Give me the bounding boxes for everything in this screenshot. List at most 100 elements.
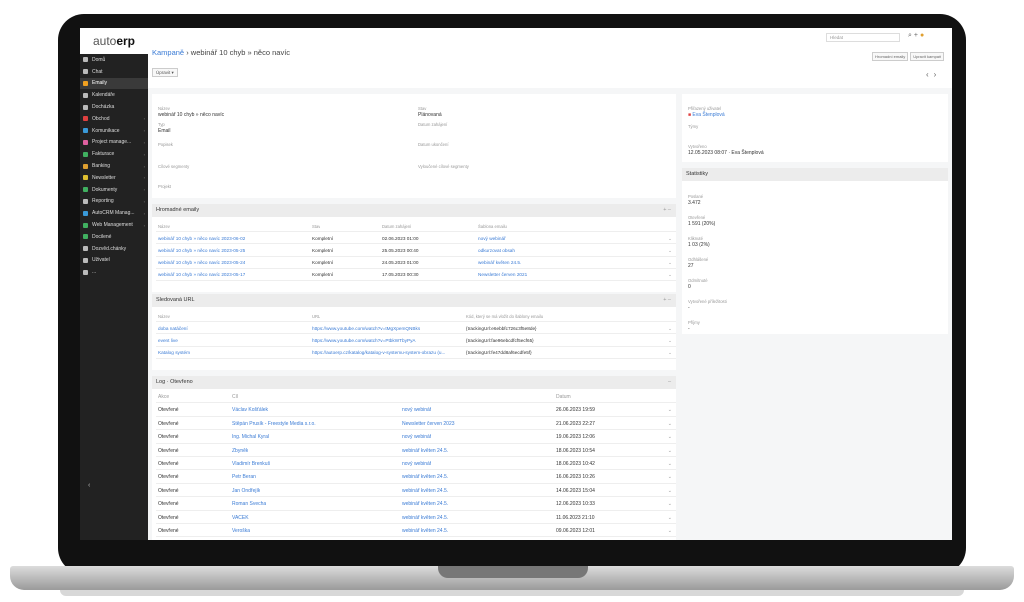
row-menu-icon[interactable]: ⌄	[668, 350, 672, 356]
table-cell[interactable]: Newsletter červen 2023	[402, 421, 455, 427]
sidebar-item[interactable]: Emaily	[80, 77, 148, 90]
table-cell[interactable]: Vladimír Brenkuš	[232, 461, 270, 467]
table-cell[interactable]: Štěpán Prusík - Freestyle Media s.r.o.	[232, 421, 316, 427]
app-logo[interactable]: auto erp	[80, 28, 148, 54]
sidebar-item[interactable]: ...	[80, 266, 148, 278]
table-cell[interactable]: odkurzovat obsah	[478, 248, 515, 253]
table-cell[interactable]: webinář květen 24.5.	[402, 501, 448, 507]
sidebar-item[interactable]: Dokumenty ›	[80, 184, 148, 196]
table-cell[interactable]: Jan Ondřejík	[232, 488, 260, 494]
sidebar-item-label: Docházka	[92, 104, 115, 111]
table-cell[interactable]: webinář 10 chyb » něco navíc 2023-05-24	[158, 260, 245, 265]
sidebar-item[interactable]: Chat	[80, 66, 148, 78]
stat-label: Otevřené	[688, 215, 706, 220]
table-cell[interactable]: https://autoerp.cz/katalog/katalog-v-sys…	[312, 350, 445, 355]
column-header: Název	[158, 313, 170, 319]
mass-email-button[interactable]: Hromadní emaily	[872, 52, 909, 61]
description-label: Popisek	[158, 142, 173, 147]
table-cell[interactable]: webinář 10 chyb » něco navíc 2023-06-02	[158, 236, 245, 241]
newsletter-icon	[83, 175, 88, 181]
table-cell[interactable]: webinář květen 24.5.	[478, 260, 521, 265]
edit-campaign-button[interactable]: Upravit kampaň	[910, 52, 945, 61]
row-menu-icon[interactable]: ⌄	[668, 272, 672, 278]
row-menu-icon[interactable]: ⌄	[668, 528, 672, 534]
sidebar-item[interactable]: Kalendáře	[80, 89, 148, 101]
table-cell[interactable]: Newsletter červen 2021	[478, 272, 527, 277]
row-menu-icon[interactable]: ⌄	[668, 326, 672, 332]
sidebar-item[interactable]: Docilené	[80, 231, 148, 243]
table-cell[interactable]: Václav Košťálek	[232, 407, 268, 413]
table-cell[interactable]: Zbyněk	[232, 448, 248, 454]
stat-value: -	[688, 305, 690, 311]
table-cell[interactable]: nový webinář	[402, 461, 431, 467]
type-label: Typ	[158, 122, 165, 127]
table-cell[interactable]: Roman Švecha	[232, 501, 266, 507]
table-cell[interactable]: webinář květen 24.5.	[402, 515, 448, 521]
table-cell[interactable]: Petr Beran	[232, 474, 256, 480]
table-cell[interactable]: webinář květen 24.5.	[402, 528, 448, 534]
table-cell[interactable]: https://www.youtube.com/watch?v=tMgXpemQ…	[312, 326, 420, 331]
table-cell[interactable]: webinář květen 24.5.	[402, 488, 448, 494]
table-cell[interactable]: Ing. Michal Kyral	[232, 434, 269, 440]
table-cell[interactable]: VACEK	[232, 515, 249, 521]
sidebar-item[interactable]: Docházka	[80, 101, 148, 113]
sidebar-item[interactable]: Reporting ›	[80, 196, 148, 208]
sidebar-item[interactable]: Uživatel	[80, 255, 148, 267]
row-menu-icon[interactable]: ⌄	[668, 474, 672, 480]
row-menu-icon[interactable]: ⌄	[668, 236, 672, 242]
sidebar-item-label: Kalendáře	[92, 92, 115, 99]
table-cell[interactable]: webinář 10 chyb » něco navíc 2023-05-17	[158, 272, 245, 277]
panel-tools-icon[interactable]: + –	[663, 294, 671, 307]
status-value: Plánovaná	[418, 112, 442, 118]
table-cell[interactable]: Veroška	[232, 528, 250, 534]
table-cell[interactable]: doba natáčení	[158, 326, 188, 331]
sidebar-item[interactable]: Komunikace ›	[80, 125, 148, 137]
table-row: Otevřené Veroška webinář květen 24.5. 09.06…	[156, 524, 676, 538]
sidebar-item[interactable]: Project manage... ›	[80, 137, 148, 149]
notification-icon[interactable]: ●	[920, 32, 926, 39]
sidebar-item[interactable]: Newsletter ›	[80, 172, 148, 184]
sidebar-item[interactable]: Dozvěd.chánky	[80, 243, 148, 255]
breadcrumb-campaigns[interactable]: Kampaně	[152, 48, 184, 57]
table-cell[interactable]: webinář 10 chyb » něco navíc 2023-05-25	[158, 248, 245, 253]
table-header-row: Název Stav Datum zahájení Šablona emailu	[156, 220, 676, 233]
laptop-shadow	[60, 590, 964, 596]
table-cell[interactable]: webinář květen 24.5.	[402, 474, 448, 480]
sidebar-item[interactable]: AutoCRM Manag... ›	[80, 207, 148, 219]
table-row: Otevřené Ing. Michal Kyral nový webinář 19.…	[156, 430, 676, 444]
panel-tools-icon[interactable]: –	[668, 376, 671, 389]
row-menu-icon[interactable]: ⌄	[668, 501, 672, 507]
table-cell[interactable]: nový webinář	[478, 236, 506, 241]
table-cell[interactable]: Katalog systém	[158, 350, 190, 355]
sidebar-item[interactable]: Domů	[80, 54, 148, 66]
table-cell[interactable]: nový webinář	[402, 434, 431, 440]
row-menu-icon[interactable]: ⌄	[668, 338, 672, 344]
row-menu-icon[interactable]: ⌄	[668, 488, 672, 494]
row-menu-icon[interactable]: ⌄	[668, 407, 672, 413]
sidebar-item[interactable]: Fakturace ›	[80, 148, 148, 160]
row-menu-icon[interactable]: ⌄	[668, 248, 672, 254]
panel-tools-icon[interactable]: + –	[663, 204, 671, 217]
edit-button[interactable]: Úpravit ▾	[152, 68, 178, 77]
row-menu-icon[interactable]: ⌄	[668, 448, 672, 454]
sidebar-item[interactable]: Obchod ›	[80, 113, 148, 125]
tracked-urls-title: Sledovaná URL	[156, 297, 195, 303]
sidebar-item[interactable]: Web Management ›	[80, 219, 148, 231]
assigned-user-link[interactable]: ■ Eva Štenplová	[688, 112, 725, 118]
search-input[interactable]: Hledat	[826, 33, 900, 42]
column-header: Cíl	[232, 394, 239, 400]
row-menu-icon[interactable]: ⌄	[668, 421, 672, 427]
sidebar-item[interactable]: Banking ›	[80, 160, 148, 172]
next-record-icon[interactable]: ›	[934, 70, 942, 79]
log-header: Log · Otevřeno –	[152, 376, 676, 389]
table-cell[interactable]: nový webinář	[402, 407, 431, 413]
table-cell[interactable]: https://www.youtube.com/watch?v=PtbkWTby…	[312, 338, 416, 343]
prev-record-icon[interactable]: ‹	[926, 70, 934, 79]
sidebar-collapse-icon[interactable]: ‹	[88, 482, 90, 489]
table-cell[interactable]: webinář květen 24.5.	[402, 448, 448, 454]
row-menu-icon[interactable]: ⌄	[668, 461, 672, 467]
row-menu-icon[interactable]: ⌄	[668, 515, 672, 521]
row-menu-icon[interactable]: ⌄	[668, 260, 672, 266]
row-menu-icon[interactable]: ⌄	[668, 434, 672, 440]
table-cell[interactable]: event live	[158, 338, 178, 343]
